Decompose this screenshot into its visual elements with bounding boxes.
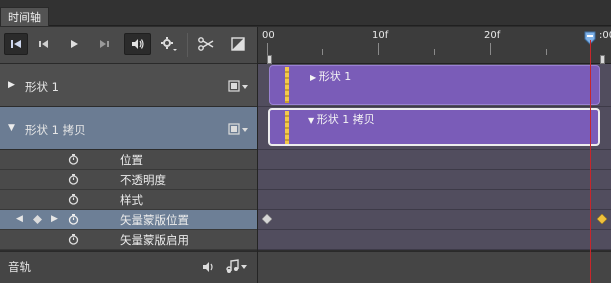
ruler-label-start: 00: [262, 30, 275, 41]
property-track: [258, 190, 611, 210]
panel-divider[interactable]: [257, 27, 258, 283]
previous-keyframe-icon[interactable]: ◀: [16, 214, 23, 224]
work-area-marker: [285, 111, 289, 144]
expand-triangle-icon[interactable]: ▶: [8, 80, 15, 90]
property-row-vector-mask-position[interactable]: ◀ ▶ 矢量蒙版位置: [0, 210, 258, 230]
music-note-menu-icon[interactable]: [226, 259, 248, 273]
next-frame-button[interactable]: [92, 33, 116, 55]
next-keyframe-icon[interactable]: ▶: [51, 214, 58, 224]
timeline-tab[interactable]: 时间轴: [0, 7, 49, 26]
filmstrip-menu-icon[interactable]: [228, 80, 250, 92]
stopwatch-icon[interactable]: [68, 214, 79, 225]
go-to-first-frame-button[interactable]: [4, 33, 28, 55]
stopwatch-icon[interactable]: [68, 154, 79, 165]
property-row-vector-mask-enable[interactable]: 矢量蒙版启用: [0, 230, 258, 250]
property-track: [258, 210, 611, 230]
property-track: [258, 170, 611, 190]
layer-row-shape-1-copy[interactable]: ▼ 形状 1 拷贝: [0, 107, 258, 150]
ruler-label-20f: 20f: [484, 30, 501, 41]
keyframe-diamond-icon[interactable]: [597, 214, 607, 224]
property-name: 矢量蒙版启用: [120, 233, 189, 247]
stopwatch-icon[interactable]: [68, 234, 79, 245]
clip-label: ▼ 形状 1 拷贝: [308, 111, 375, 127]
work-area-end-handle[interactable]: [600, 55, 605, 64]
playhead-line[interactable]: [590, 40, 591, 283]
clip-shape-1[interactable]: ▶ 形状 1: [269, 65, 600, 105]
split-scissors-icon: [198, 37, 214, 51]
layer-name: 形状 1 拷贝: [25, 123, 86, 137]
ruler-minor-tick: [322, 49, 323, 55]
next-frame-icon: [100, 40, 109, 48]
ruler-minor-tick: [546, 49, 547, 55]
clip-triangle-icon: ▼: [308, 116, 317, 125]
filmstrip-menu-icon[interactable]: [228, 123, 250, 135]
property-name: 样式: [120, 193, 143, 207]
ruler-major-tick: [267, 43, 268, 55]
clip-label-text: 形状 1: [318, 70, 352, 83]
play-button[interactable]: [62, 33, 86, 55]
add-keyframe-diamond-icon[interactable]: [33, 215, 42, 224]
property-row-opacity[interactable]: 不透明度: [0, 170, 258, 190]
transition-icon: [231, 37, 245, 51]
split-at-playhead-button[interactable]: [194, 33, 218, 55]
stopwatch-icon[interactable]: [68, 194, 79, 205]
clip-triangle-icon: ▶: [310, 73, 319, 82]
layer-name: 形状 1: [25, 80, 59, 94]
collapse-triangle-icon[interactable]: ▼: [8, 123, 15, 133]
audio-track-label: 音轨: [8, 260, 31, 274]
settings-gear-icon: [161, 37, 177, 51]
time-ruler[interactable]: 00 10f 20f :00: [258, 27, 611, 64]
play-icon: [71, 40, 78, 48]
ruler-label-10f: 10f: [372, 30, 389, 41]
audio-mute-icon[interactable]: [202, 261, 216, 273]
previous-frame-button[interactable]: [32, 33, 56, 55]
clip-shape-1-copy[interactable]: ▼ 形状 1 拷贝: [268, 108, 600, 146]
ruler-minor-tick: [434, 49, 435, 55]
clip-label: ▶ 形状 1: [310, 68, 351, 84]
keyframe-diamond-icon[interactable]: [262, 214, 272, 224]
previous-frame-icon: [39, 40, 48, 48]
timeline-toolbar: [0, 27, 257, 64]
work-area-marker: [285, 67, 289, 103]
property-name: 矢量蒙版位置: [120, 213, 189, 227]
property-row-style[interactable]: 样式: [0, 190, 258, 210]
layer-row-shape-1[interactable]: ▶ 形状 1: [0, 64, 258, 107]
ruler-major-tick: [378, 43, 379, 55]
property-track: [258, 150, 611, 170]
property-row-position[interactable]: 位置: [0, 150, 258, 170]
work-area-start-handle[interactable]: [267, 55, 272, 64]
toolbar-separator: [187, 33, 188, 57]
audio-toggle-icon: [131, 39, 144, 49]
ruler-label-end: :00: [599, 30, 611, 41]
property-name: 不透明度: [120, 173, 166, 187]
clip-label-text: 形状 1 拷贝: [316, 113, 375, 126]
panel-tab-strip: 时间轴: [0, 0, 611, 26]
transition-button[interactable]: [226, 33, 250, 55]
go-to-first-frame-icon: [11, 40, 21, 48]
ruler-major-tick: [490, 43, 491, 55]
property-name: 位置: [120, 153, 143, 167]
audio-toggle-button[interactable]: [124, 33, 151, 55]
property-track: [258, 230, 611, 250]
audio-track-row[interactable]: 音轨: [0, 251, 611, 283]
stopwatch-icon[interactable]: [68, 174, 79, 185]
settings-button[interactable]: [157, 33, 181, 55]
